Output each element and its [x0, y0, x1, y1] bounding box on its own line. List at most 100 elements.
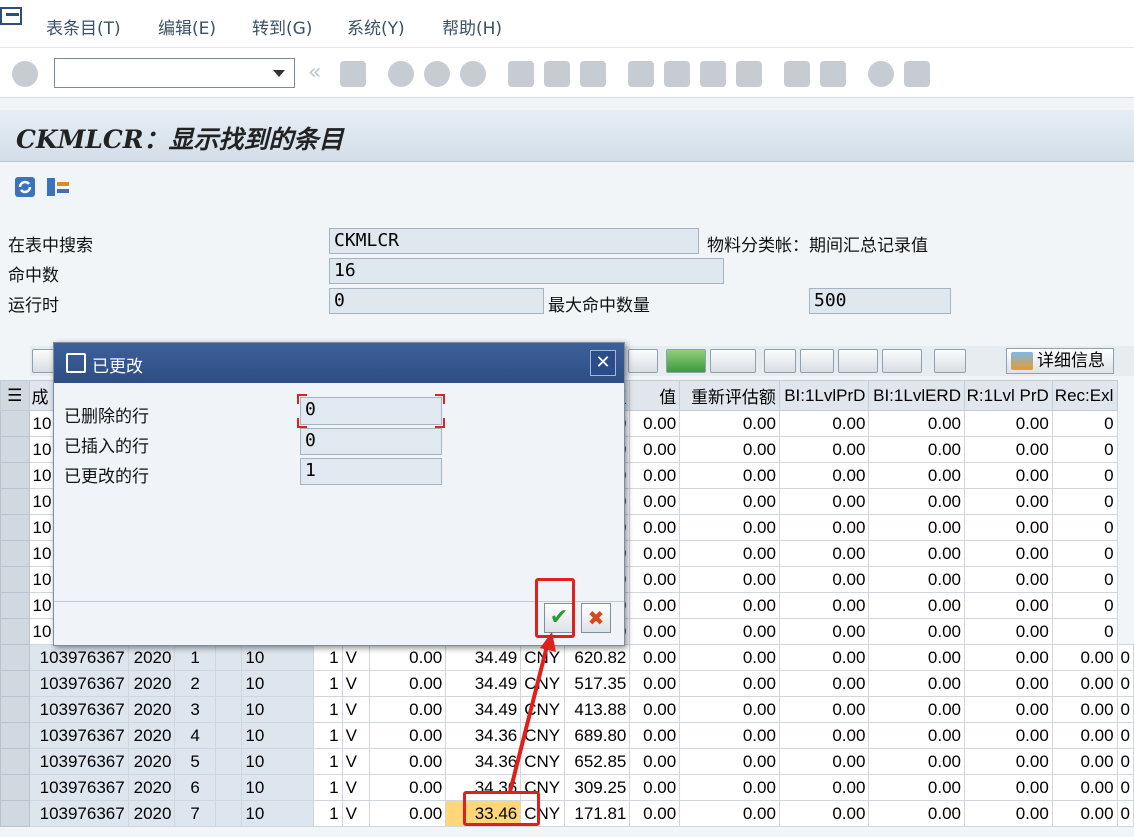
cell-amount[interactable]: 517.35 [564, 670, 631, 697]
row-selector[interactable] [0, 514, 30, 541]
cell-amount[interactable]: 652.85 [564, 748, 631, 775]
cell-zero[interactable]: 0 [1051, 436, 1118, 463]
cell-zero[interactable]: 0.00 [629, 592, 681, 619]
cell-zero[interactable]: 0.00 [629, 618, 681, 645]
cell-zero[interactable]: 0.00 [868, 800, 965, 827]
cell-period[interactable]: 5 [174, 748, 216, 775]
cell-zero[interactable]: 0.00 [868, 410, 965, 437]
cell-zero[interactable]: 0.00 [964, 644, 1053, 671]
cell-amount-a[interactable]: 0.00 [369, 722, 447, 749]
cell-zero[interactable]: 0.00 [778, 800, 870, 827]
cell-amount-a[interactable]: 0.00 [369, 748, 447, 775]
cell-zero[interactable]: 0.00 [778, 748, 870, 775]
cell-zero[interactable]: 0.00 [778, 774, 870, 801]
refresh-icon[interactable] [12, 174, 38, 200]
cell-zero[interactable]: 0 [1116, 696, 1134, 723]
cell-zero[interactable]: 0.00 [679, 670, 780, 697]
subtotal-icon[interactable] [710, 349, 756, 373]
cell-zero[interactable]: 0.00 [1051, 748, 1118, 775]
cell-type[interactable]: 10 [241, 748, 314, 775]
cell-zero[interactable]: 0.00 [964, 618, 1053, 645]
menu-logo-icon[interactable] [0, 6, 24, 26]
hits-field[interactable]: 16 [329, 258, 724, 284]
header-bi-prd[interactable]: BI:1LvlPrD [778, 380, 870, 411]
cell-zero[interactable]: 0.00 [629, 670, 681, 697]
cell-empty[interactable] [214, 696, 243, 723]
cell-zero[interactable]: 0.00 [964, 696, 1053, 723]
cell-zero[interactable]: 0.00 [964, 592, 1053, 619]
cell-zero[interactable]: 0.00 [1051, 696, 1118, 723]
cell-price-control[interactable]: V [341, 670, 371, 697]
cell-zero[interactable]: 0.00 [778, 410, 870, 437]
cell-zero[interactable]: 0.00 [629, 644, 681, 671]
next-page-icon[interactable] [700, 61, 726, 87]
cell-zero[interactable]: 0.00 [1051, 774, 1118, 801]
cell-zero[interactable]: 0.00 [868, 644, 965, 671]
print-icon[interactable] [508, 61, 534, 87]
cell-empty[interactable] [214, 774, 243, 801]
cell-period[interactable]: 1 [174, 644, 216, 671]
cell-zero[interactable]: 0.00 [629, 774, 681, 801]
row-selector[interactable] [0, 540, 30, 567]
cell-zero[interactable]: 0.00 [868, 696, 965, 723]
cell-zero[interactable]: 0.00 [679, 566, 780, 593]
search-table-field[interactable]: CKMLCR [329, 228, 699, 254]
cell-unit[interactable]: 1 [312, 800, 343, 827]
cell-unit[interactable]: 1 [312, 696, 343, 723]
menu-edit[interactable]: 编辑(E) [158, 14, 216, 39]
cell-zero[interactable]: 0.00 [629, 696, 681, 723]
cell-material[interactable]: 103976367 [28, 774, 129, 801]
cancel-button[interactable]: ✖ [581, 603, 611, 633]
cell-zero[interactable]: 0.00 [629, 722, 681, 749]
cell-empty[interactable] [214, 722, 243, 749]
cell-zero[interactable]: 0.00 [964, 462, 1053, 489]
cell-zero[interactable]: 0.00 [1051, 644, 1118, 671]
row-selector[interactable] [0, 410, 30, 437]
inserted-rows-field[interactable]: 0 [300, 428, 442, 455]
header-value-2[interactable]: 值 [629, 380, 681, 411]
cell-zero[interactable]: 0.00 [778, 436, 870, 463]
row-selector[interactable] [0, 436, 30, 463]
table-row[interactable]: 103976367 2020 7 10 1 V 0.00 33.46 CNY 171.81 0.00… [0, 800, 1134, 827]
cell-material[interactable]: 103976367 [28, 722, 129, 749]
cell-zero[interactable]: 0 [1051, 540, 1118, 567]
cell-zero[interactable]: 0 [1051, 618, 1118, 645]
cell-zero[interactable]: 0.00 [868, 488, 965, 515]
cell-zero[interactable]: 0.00 [964, 748, 1053, 775]
cell-zero[interactable]: 0.00 [964, 410, 1053, 437]
cell-amount-a[interactable]: 0.00 [369, 774, 447, 801]
changed-rows-field[interactable]: 1 [300, 458, 442, 485]
help-icon[interactable] [868, 61, 894, 87]
cell-zero[interactable]: 0.00 [964, 774, 1053, 801]
cell-zero[interactable]: 0.00 [868, 462, 965, 489]
cell-zero[interactable]: 0.00 [778, 670, 870, 697]
cell-price-control[interactable]: V [341, 800, 371, 827]
cell-zero[interactable]: 0.00 [868, 670, 965, 697]
table-row[interactable]: 103976367 2020 6 10 1 V 0.00 34.36 CNY 309.25 0.00… [0, 774, 1134, 801]
cell-zero[interactable]: 0.00 [778, 592, 870, 619]
cell-amount[interactable]: 171.81 [564, 800, 631, 827]
cell-amount[interactable]: 620.82 [564, 644, 631, 671]
select-all-icon[interactable]: ☰ [0, 380, 30, 411]
cell-zero[interactable]: 0.00 [679, 800, 780, 827]
cell-year[interactable]: 2020 [127, 696, 176, 723]
cell-material[interactable]: 103976367 [28, 696, 129, 723]
collapse-icon[interactable]: « [308, 60, 321, 85]
cell-type[interactable]: 10 [241, 722, 314, 749]
cell-zero[interactable]: 0 [1116, 644, 1134, 671]
last-page-icon[interactable] [736, 61, 762, 87]
cell-period[interactable]: 2 [174, 670, 216, 697]
cell-price-control[interactable]: V [341, 748, 371, 775]
cell-zero[interactable]: 0.00 [679, 410, 780, 437]
cell-zero[interactable]: 0.00 [868, 566, 965, 593]
row-selector[interactable] [0, 696, 30, 723]
cell-year[interactable]: 2020 [127, 644, 176, 671]
cell-unit[interactable]: 1 [312, 748, 343, 775]
cell-zero[interactable]: 0.00 [679, 722, 780, 749]
cell-zero[interactable]: 0.00 [629, 436, 681, 463]
cell-zero[interactable]: 0.00 [679, 488, 780, 515]
cell-empty[interactable] [214, 748, 243, 775]
row-selector[interactable] [0, 566, 30, 593]
info-icon[interactable] [934, 349, 966, 373]
cell-year[interactable]: 2020 [127, 722, 176, 749]
